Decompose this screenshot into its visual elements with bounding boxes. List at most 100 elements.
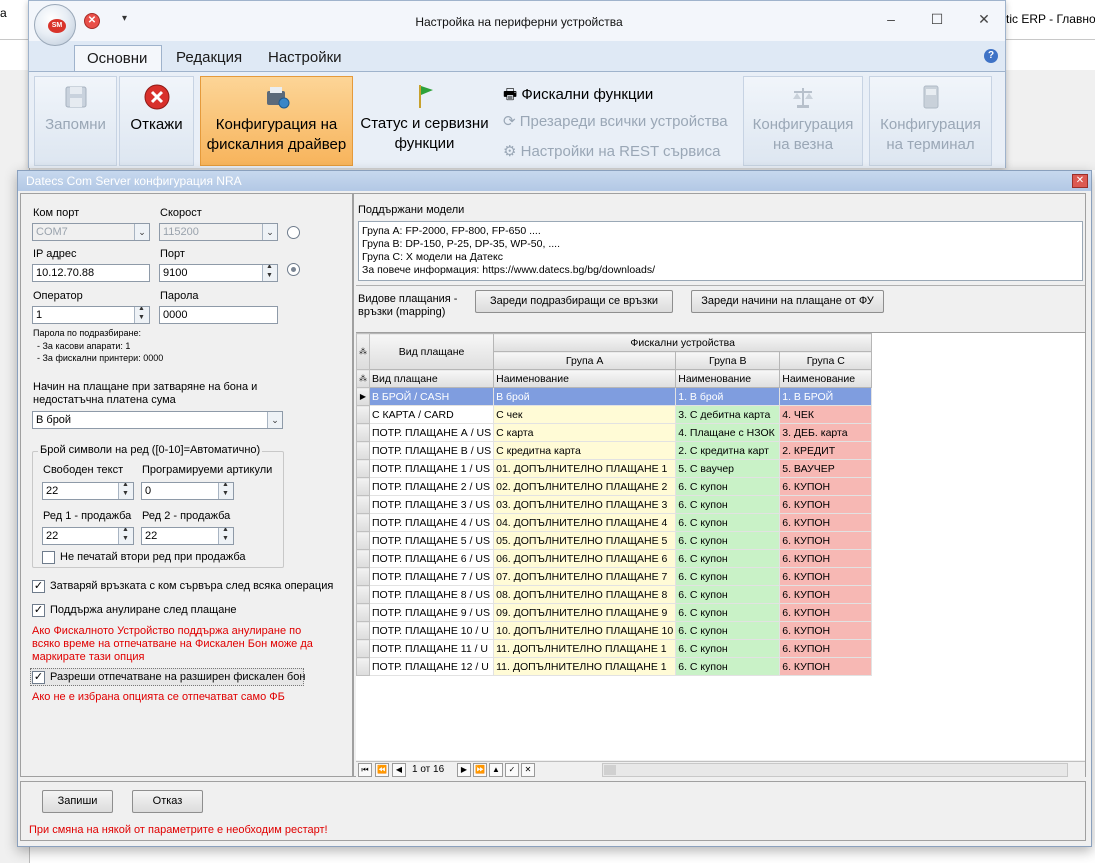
row-selector[interactable] [356, 567, 370, 586]
payment-type-cell[interactable]: ПОТР. ПЛАЩАНЕ 5 / US [368, 531, 495, 550]
tab-main[interactable]: Основни [74, 45, 162, 71]
dialog-close-icon[interactable]: ✕ [1072, 174, 1088, 188]
operator-spinner[interactable] [134, 307, 149, 323]
group-b-cell[interactable]: 4. Плащане с НЗОК [675, 423, 781, 442]
group-c-cell[interactable]: 2. КРЕДИТ [779, 441, 873, 460]
group-b-cell[interactable]: 6. С купон [675, 567, 781, 586]
fiscal-driver-config-button[interactable]: Конфигурация на фискалния драйвер [200, 76, 353, 166]
row-selector[interactable] [356, 495, 370, 514]
group-c-cell[interactable]: 5. ВАУЧЕР [779, 459, 873, 478]
grid-corner-icon[interactable]: ⁂ [356, 333, 370, 370]
group-c-cell[interactable]: 6. КУПОН [779, 531, 873, 550]
group-a-cell[interactable]: 03. ДОПЪЛНИТЕЛНО ПЛАЩАНЕ 3 [493, 495, 677, 514]
column-header-payment[interactable]: Вид плащане [368, 333, 495, 370]
terminal-config-button[interactable]: Конфигурация на терминал [869, 76, 992, 166]
table-row[interactable]: ПОТР. ПЛАЩАНЕ 11 / U 11. ДОПЪЛНИТЕЛНО ПЛА… [356, 639, 873, 658]
group-c-cell[interactable]: 6. КУПОН [779, 603, 873, 622]
subheader-name-a[interactable]: Наименование [493, 369, 677, 388]
help-icon[interactable]: ? [984, 49, 998, 63]
table-row[interactable]: ПОТР. ПЛАЩАНЕ 9 / US 09. ДОПЪЛНИТЕЛНО ПЛА… [356, 603, 873, 622]
quick-access-close-icon[interactable]: ✕ [84, 13, 100, 29]
group-c-cell[interactable]: 6. КУПОН [779, 585, 873, 604]
group-b-cell[interactable]: 6. С купон [675, 477, 781, 496]
table-row[interactable]: ПОТР. ПЛАЩАНЕ 12 / U 11. ДОПЪЛНИТЕЛНО ПЛА… [356, 657, 873, 676]
last-page-group-icon[interactable]: ⏩ [473, 763, 487, 777]
save-button[interactable]: Запиши [42, 790, 113, 813]
payment-type-cell[interactable]: ПОТР. ПЛАЩАНЕ В / US [368, 441, 495, 460]
payment-type-cell[interactable]: В БРОЙ / CASH [368, 387, 495, 406]
group-a-cell[interactable]: 08. ДОПЪЛНИТЕЛНО ПЛАЩАНЕ 8 [493, 585, 677, 604]
tcp-mode-radio[interactable] [287, 263, 300, 276]
row1-sale-spinner[interactable] [118, 528, 133, 544]
speed-select[interactable]: 115200 ⌄ [159, 223, 278, 241]
group-b-cell[interactable]: 1. В брой [675, 387, 781, 406]
column-header-group-c[interactable]: Група С [779, 351, 873, 370]
app-menu-button[interactable]: SM [34, 4, 76, 46]
previous-icon[interactable]: ◀ [392, 763, 406, 777]
minimize-icon[interactable]: – [881, 11, 901, 29]
group-a-cell[interactable]: 11. ДОПЪЛНИТЕЛНО ПЛАЩАНЕ 1 [493, 657, 677, 676]
group-c-cell[interactable]: 6. КУПОН [779, 549, 873, 568]
row2-sale-input[interactable]: 22 [141, 527, 234, 545]
filter-row-icon[interactable]: ⁂ [356, 369, 370, 388]
row-selector[interactable] [356, 603, 370, 622]
payment-type-cell[interactable]: ПОТР. ПЛАЩАНЕ 2 / US [368, 477, 495, 496]
next-icon[interactable]: ▶ [457, 763, 471, 777]
horizontal-scrollbar[interactable] [602, 763, 1068, 777]
tab-settings[interactable]: Настройки [256, 45, 354, 71]
payment-type-cell[interactable]: ПОТР. ПЛАЩАНЕ А / US [368, 423, 495, 442]
payment-type-cell[interactable]: ПОТР. ПЛАЩАНЕ 1 / US [368, 459, 495, 478]
group-c-cell[interactable]: 6. КУПОН [779, 621, 873, 640]
group-b-cell[interactable]: 6. С купон [675, 639, 781, 658]
group-b-cell[interactable]: 6. С купон [675, 495, 781, 514]
close-connection-checkbox[interactable]: ✓ [32, 580, 45, 593]
payment-type-cell[interactable]: ПОТР. ПЛАЩАНЕ 4 / US [368, 513, 495, 532]
group-b-cell[interactable]: 3. С дебитна карта [675, 405, 781, 424]
row-selector[interactable] [356, 423, 370, 442]
programmed-items-spinner[interactable] [218, 483, 233, 499]
cancel-button[interactable]: Отказ [132, 790, 203, 813]
group-c-cell[interactable]: 4. ЧЕК [779, 405, 873, 424]
row-selector[interactable] [356, 621, 370, 640]
group-c-cell[interactable]: 6. КУПОН [779, 495, 873, 514]
row-selector[interactable] [356, 531, 370, 550]
group-b-cell[interactable]: 6. С купон [675, 603, 781, 622]
group-c-cell[interactable]: 6. КУПОН [779, 567, 873, 586]
row-selector[interactable] [356, 441, 370, 460]
table-row[interactable]: ПОТР. ПЛАЩАНЕ 4 / US 04. ДОПЪЛНИТЕЛНО ПЛА… [356, 513, 873, 532]
rest-settings-button[interactable]: ⚙ Настройки на REST сървиса [503, 142, 720, 160]
row1-sale-input[interactable]: 22 [42, 527, 134, 545]
subheader-name-b[interactable]: Наименование [675, 369, 781, 388]
free-text-spinner[interactable] [118, 483, 133, 499]
cancel-edit-icon[interactable]: ✕ [521, 763, 535, 777]
payment-type-cell[interactable]: ПОТР. ПЛАЩАНЕ 8 / US [368, 585, 495, 604]
table-row[interactable]: ПОТР. ПЛАЩАНЕ 7 / US 07. ДОПЪЛНИТЕЛНО ПЛА… [356, 567, 873, 586]
confirm-icon[interactable]: ✓ [505, 763, 519, 777]
close-window-icon[interactable]: ✕ [974, 11, 994, 29]
table-row[interactable]: ПОТР. ПЛАЩАНЕ 2 / US 02. ДОПЪЛНИТЕЛНО ПЛА… [356, 477, 873, 496]
scale-config-button[interactable]: Конфигурация на везна [743, 76, 863, 166]
row-selector[interactable] [356, 639, 370, 658]
extended-receipt-checkbox[interactable]: ✓ [32, 671, 45, 684]
password-input[interactable]: 0000 [159, 306, 278, 324]
port-input[interactable]: 9100 [159, 264, 278, 282]
group-a-cell[interactable]: 02. ДОПЪЛНИТЕЛНО ПЛАЩАНЕ 2 [493, 477, 677, 496]
load-default-mappings-button[interactable]: Зареди подразбиращи се връзки [475, 290, 673, 313]
subheader-payment[interactable]: Вид плащане [368, 369, 495, 388]
table-row[interactable]: С КАРТА / CARD С чек 3. С дебитна карта 4. … [356, 405, 873, 424]
table-row[interactable]: ПОТР. ПЛАЩАНЕ 8 / US 08. ДОПЪЛНИТЕЛНО ПЛА… [356, 585, 873, 604]
group-c-cell[interactable]: 6. КУПОН [779, 657, 873, 676]
group-b-cell[interactable]: 2. С кредитна карт [675, 441, 781, 460]
group-b-cell[interactable]: 6. С купон [675, 657, 781, 676]
fiscal-functions-button[interactable]: 🖶 Фискални функции [503, 84, 653, 109]
load-fu-payments-button[interactable]: Зареди начини на плащане от ФУ [691, 290, 884, 313]
free-text-input[interactable]: 22 [42, 482, 134, 500]
group-c-cell[interactable]: 6. КУПОН [779, 639, 873, 658]
table-row[interactable]: ПОТР. ПЛАЩАНЕ 3 / US 03. ДОПЪЛНИТЕЛНО ПЛА… [356, 495, 873, 514]
save-ribbon-button[interactable]: Запомни [34, 76, 117, 166]
group-c-cell[interactable]: 3. ДЕБ. карта [779, 423, 873, 442]
row-selector[interactable] [356, 459, 370, 478]
first-page-icon[interactable]: ⏮ [358, 763, 372, 777]
insert-icon[interactable]: ▲ [489, 763, 503, 777]
group-a-cell[interactable]: 10. ДОПЪЛНИТЕЛНО ПЛАЩАНЕ 10 [493, 621, 677, 640]
